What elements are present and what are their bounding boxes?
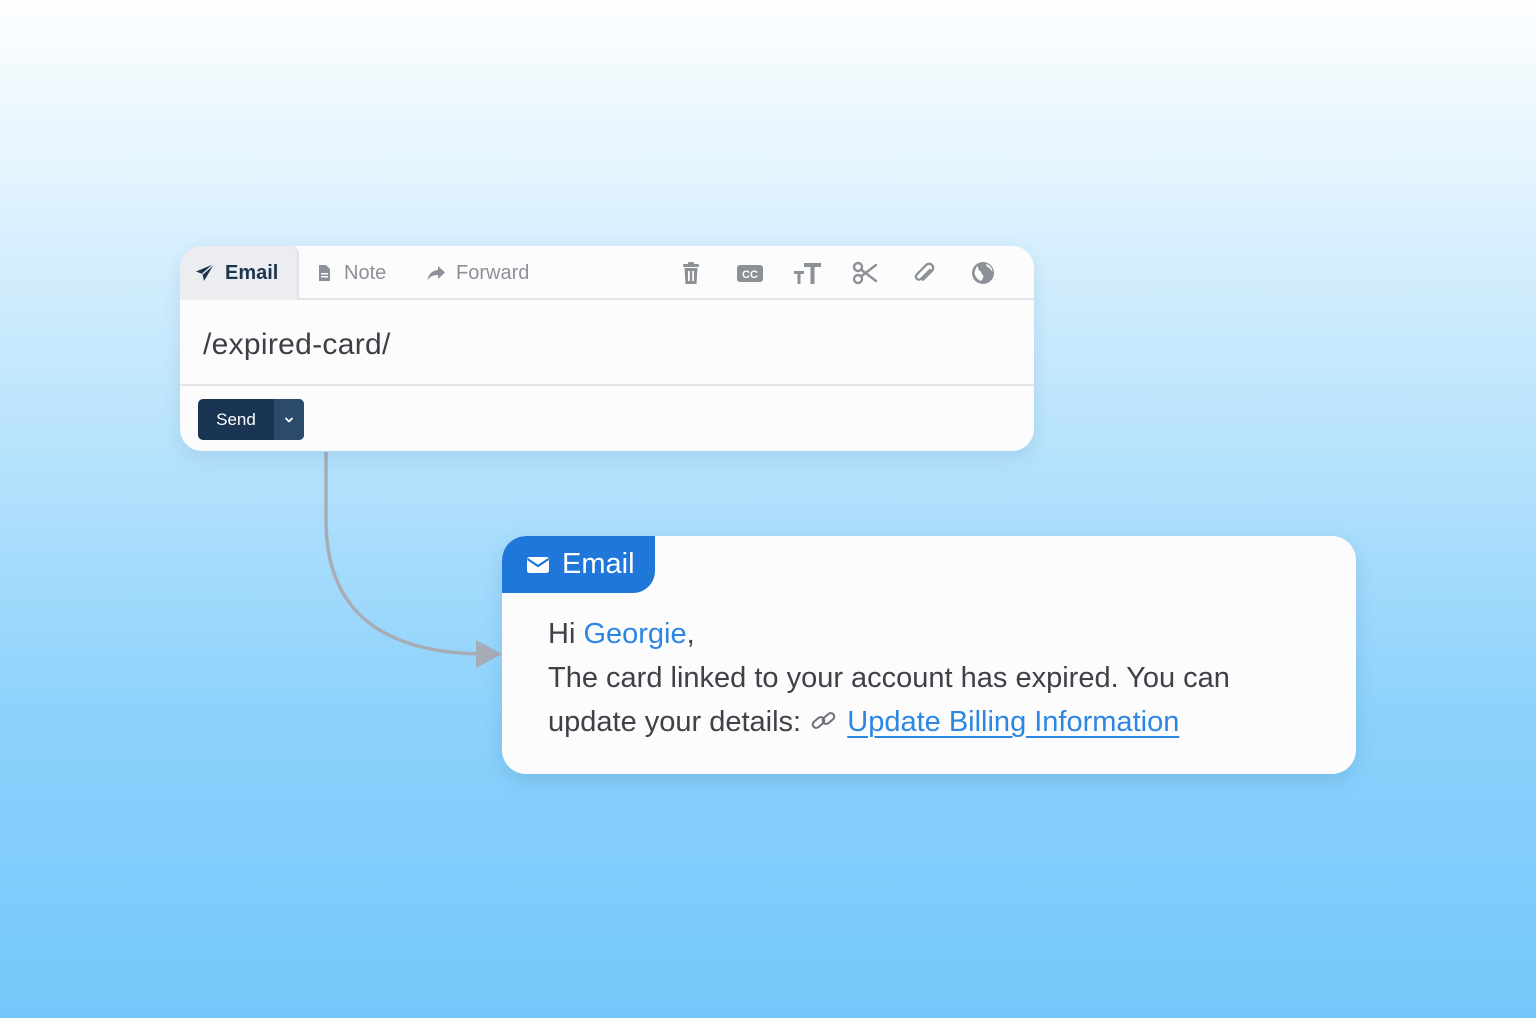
email-badge-label: Email [562,548,635,580]
document-icon [319,265,330,281]
update-billing-link[interactable]: Update Billing Information [847,706,1179,738]
email-badge: Email [502,536,655,593]
paperclip-icon[interactable] [911,260,937,286]
tab-email-label: Email [225,261,279,284]
recipient-name: Georgie [583,618,687,650]
envelope-icon [526,556,550,573]
flow-arrow [324,452,502,668]
greeting-line: Hi Georgie, [548,612,1328,656]
svg-text:CC: CC [742,269,758,281]
compose-text-area[interactable]: /expired-card/ [180,300,1034,386]
send-button[interactable]: Send [198,399,274,440]
tab-note[interactable]: Note [314,246,386,300]
compose-input-value[interactable]: /expired-card/ [203,328,391,362]
send-button-group: Send [198,399,304,440]
send-icon [196,263,215,281]
greeting: Hi [548,618,576,650]
trash-icon[interactable] [678,260,704,286]
cc-icon[interactable]: CC [736,260,764,286]
email-preview-card: Email Hi Georgie, The card linked to you… [502,536,1356,774]
link-icon [811,712,836,729]
tab-email[interactable]: Email [180,246,299,300]
text-size-icon[interactable] [792,260,822,286]
forward-icon [427,266,445,281]
chevron-down-icon [285,417,293,422]
globe-icon[interactable] [970,260,996,286]
composer-tabbar: Email Note Forward CC [180,246,1034,300]
tab-forward-label: Forward [456,261,530,284]
tab-forward[interactable]: Forward [426,246,529,300]
scissors-icon[interactable] [852,260,878,286]
greeting-suffix: , [686,618,695,650]
body-line-2: update your details: Update Billing Info… [548,700,1328,744]
reply-composer: Email Note Forward CC /expired-card/ Sen… [180,246,1034,451]
body-line-1: The card linked to your account has expi… [548,662,1230,694]
tab-note-label: Note [344,261,387,284]
send-options-button[interactable] [274,399,304,440]
email-body: Hi Georgie, The card linked to your acco… [548,612,1328,744]
body-line-2-text: update your details: [548,706,802,738]
